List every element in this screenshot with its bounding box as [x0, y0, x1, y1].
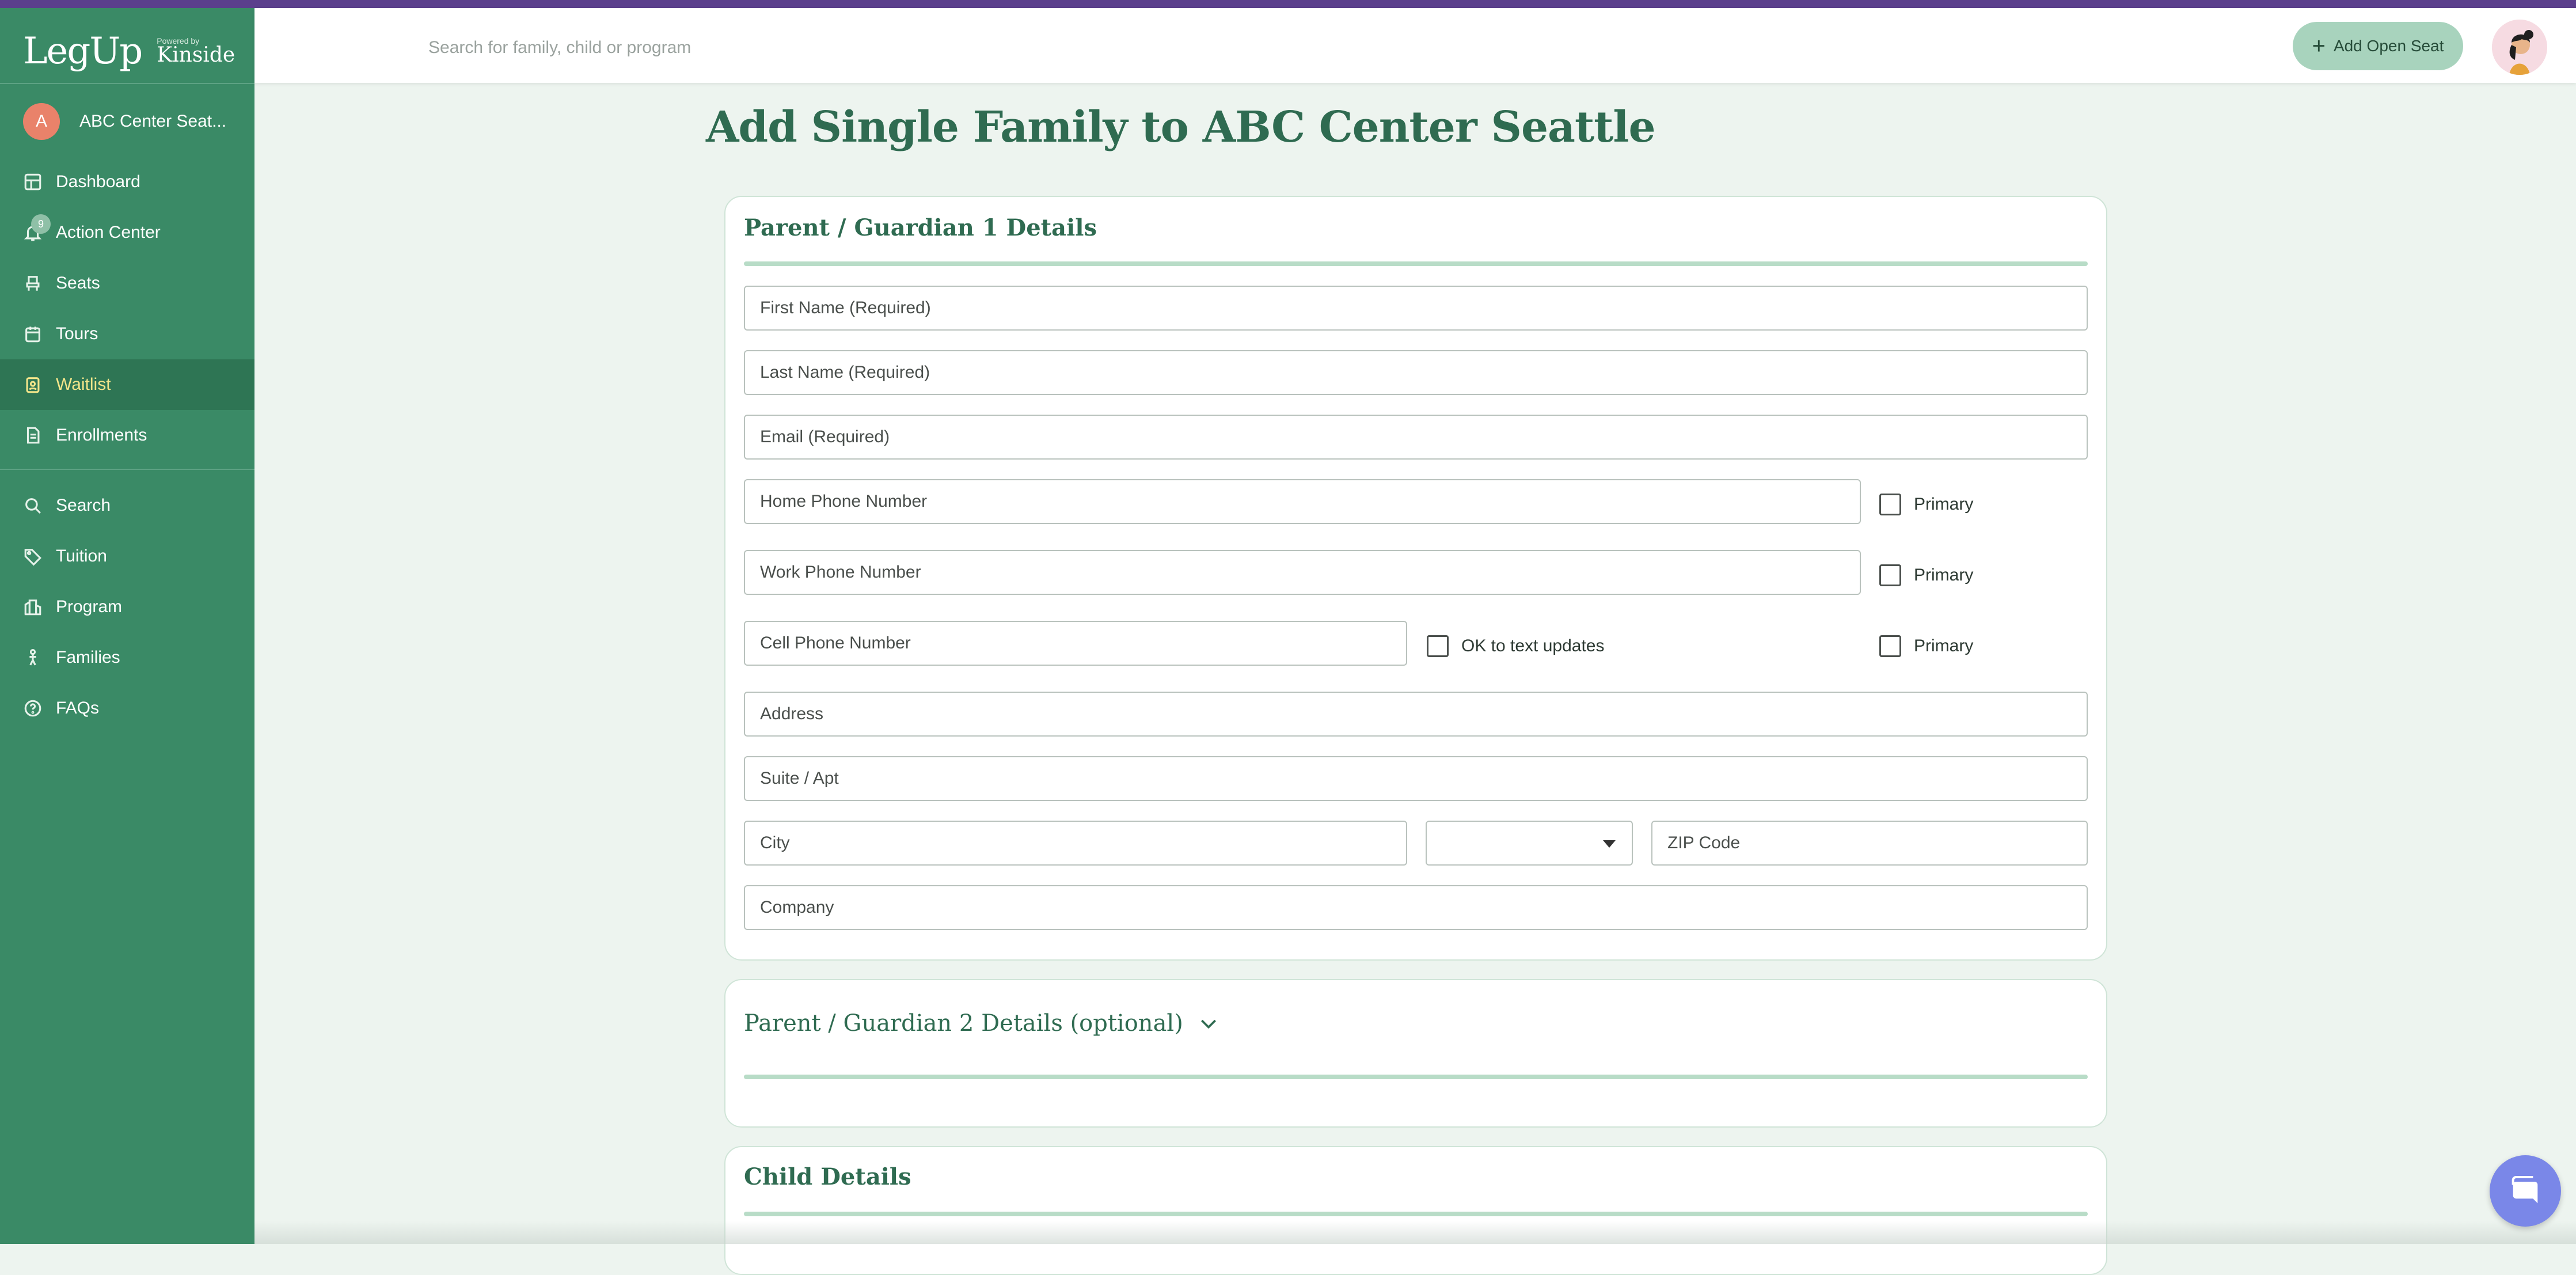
sidebar-item-tuition[interactable]: Tuition [0, 531, 254, 582]
browser-top-strip [0, 0, 2576, 8]
page-title: Add Single Family to ABC Center Seattle [706, 103, 1656, 152]
calendar-icon [23, 324, 43, 344]
app-logo[interactable]: LegUp Powered by Kinside [23, 25, 235, 77]
work-phone-primary-checkbox[interactable]: Primary [1879, 558, 1973, 593]
child-details-title: Child Details [744, 1163, 911, 1190]
sidebar-item-label: Search [56, 496, 111, 515]
sidebar: LegUp Powered by Kinside A ABC Center Se… [0, 8, 254, 1244]
caret-down-icon [1603, 840, 1616, 848]
sidebar-item-label: Families [56, 648, 120, 667]
question-icon [23, 699, 43, 718]
email-field[interactable] [744, 415, 2088, 460]
sidebar-item-dashboard[interactable]: Dashboard [0, 157, 254, 207]
top-bar: + Add Open Seat [254, 8, 2576, 83]
sidebar-item-label: Action Center [56, 223, 161, 242]
chat-icon [2512, 1176, 2538, 1204]
cell-phone-field[interactable] [744, 621, 1407, 666]
checkbox-label: Primary [1914, 566, 1974, 585]
sidebar-item-search[interactable]: Search [0, 480, 254, 531]
center-avatar: A [23, 103, 60, 140]
checkbox-box[interactable] [1879, 635, 1901, 657]
section-divider [744, 261, 2088, 266]
add-open-seat-button[interactable]: + Add Open Seat [2293, 22, 2463, 70]
suite-apt-field[interactable] [744, 756, 2088, 801]
sidebar-item-waitlist[interactable]: Waitlist [0, 359, 254, 410]
sidebar-item-label: FAQs [56, 699, 100, 718]
user-avatar[interactable] [2492, 20, 2547, 75]
work-phone-field[interactable] [744, 550, 1861, 595]
checkbox-label: Primary [1914, 636, 1974, 655]
dashboard-icon [23, 172, 43, 192]
sidebar-item-program[interactable]: Program [0, 582, 254, 632]
sidebar-divider [0, 83, 254, 84]
global-search-input[interactable] [427, 30, 1236, 66]
sidebar-item-label: Tours [56, 324, 98, 343]
sidebar-item-families[interactable]: Families [0, 632, 254, 683]
home-phone-primary-checkbox[interactable]: Primary [1879, 487, 1973, 522]
guardian-2-card: Parent / Guardian 2 Details (optional) [724, 979, 2107, 1128]
checkbox-box[interactable] [1427, 635, 1449, 657]
sidebar-item-label: Enrollments [56, 426, 147, 445]
child-details-card: Child Details [724, 1146, 2107, 1275]
sidebar-item-label: Dashboard [56, 172, 140, 191]
sidebar-item-seats[interactable]: Seats [0, 258, 254, 309]
guardian-2-toggle[interactable]: Parent / Guardian 2 Details (optional) [744, 1010, 1220, 1037]
add-open-seat-label: Add Open Seat [2333, 37, 2444, 55]
seat-icon [23, 274, 43, 293]
guardian-2-title: Parent / Guardian 2 Details (optional) [744, 1010, 1183, 1037]
center-switcher[interactable]: A ABC Center Seat... [23, 101, 226, 142]
cell-phone-primary-checkbox[interactable]: Primary [1879, 629, 1973, 663]
clipboard-icon [23, 375, 43, 394]
chat-support-button[interactable] [2490, 1155, 2561, 1227]
plus-icon: + [2312, 33, 2326, 59]
avatar-illustration-icon [2492, 20, 2547, 75]
company-field[interactable] [744, 885, 2088, 930]
building-icon [23, 597, 43, 617]
last-name-field[interactable] [744, 350, 2088, 395]
logo-kinside: Kinside [157, 43, 235, 67]
sidebar-item-tours[interactable]: Tours [0, 309, 254, 359]
sidebar-item-faqs[interactable]: FAQs [0, 683, 254, 734]
logo-powered-by: Powered by Kinside [157, 37, 235, 66]
city-field[interactable] [744, 821, 1407, 866]
checkbox-box[interactable] [1879, 494, 1901, 515]
guardian-1-card: Parent / Guardian 1 Details Primary Prim… [724, 196, 2107, 961]
first-name-field[interactable] [744, 286, 2088, 331]
person-icon [23, 648, 43, 667]
center-name: ABC Center Seat... [79, 112, 227, 131]
sidebar-item-label: Tuition [56, 547, 107, 566]
sidebar-item-enrollments[interactable]: Enrollments [0, 410, 254, 461]
search-icon [23, 496, 43, 515]
checkbox-box[interactable] [1879, 564, 1901, 586]
section-divider [744, 1212, 2088, 1216]
checkbox-label: Primary [1914, 495, 1974, 514]
ok-to-text-checkbox[interactable]: OK to text updates [1427, 629, 1604, 663]
tag-icon [23, 547, 43, 566]
sidebar-item-label: Program [56, 597, 123, 616]
section-divider [744, 1075, 2088, 1079]
notification-badge: 9 [31, 214, 51, 234]
logo-legup: LegUp [23, 30, 143, 73]
document-icon [23, 426, 43, 445]
sidebar-item-label: Waitlist [56, 375, 111, 394]
sidebar-item-action-center[interactable]: 9 Action Center [0, 207, 254, 258]
home-phone-field[interactable] [744, 479, 1861, 524]
guardian-1-title: Parent / Guardian 1 Details [744, 214, 1097, 241]
sidebar-item-label: Seats [56, 274, 100, 293]
scroll-fade [254, 1221, 2576, 1244]
checkbox-label: OK to text updates [1461, 636, 1605, 655]
zip-code-field[interactable] [1651, 821, 2088, 866]
chevron-down-icon [1200, 1019, 1216, 1029]
sidebar-divider [0, 469, 254, 470]
address-field[interactable] [744, 692, 2088, 737]
state-select[interactable] [1426, 821, 1633, 866]
